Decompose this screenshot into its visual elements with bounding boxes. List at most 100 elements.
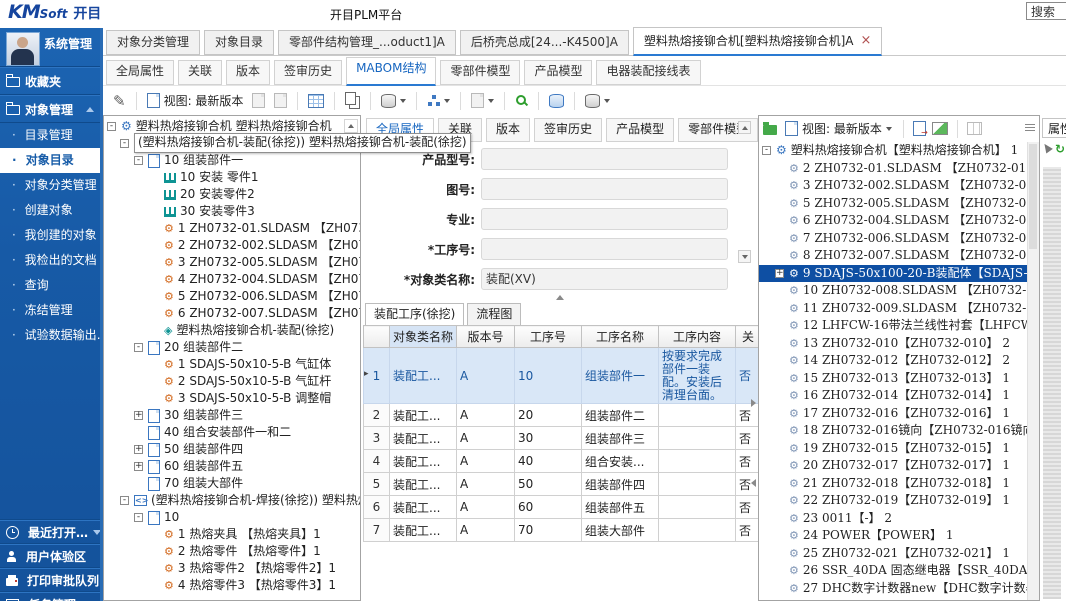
view-tab[interactable]: 产品模型: [524, 60, 592, 85]
sidebar-menu-item[interactable]: 我检出的文档: [0, 248, 100, 273]
scrollbar-thumb[interactable]: [1029, 144, 1037, 249]
process-view-tab[interactable]: 产品模型: [606, 118, 674, 142]
table-row[interactable]: 5 装配工... A 50 组装部件四 否: [364, 473, 761, 496]
process-content-cell[interactable]: [659, 473, 736, 496]
object-class-cell[interactable]: 装配工...: [390, 496, 457, 519]
structure-menu-button[interactable]: [425, 90, 452, 112]
object-class-cell[interactable]: 装配工...: [390, 473, 457, 496]
process-number-cell[interactable]: 50: [515, 473, 582, 496]
tree-expander[interactable]: -: [762, 146, 771, 155]
tree-item[interactable]: 4 ZH0732-004.SLDASM 【ZH0732-004.SLDASM】: [104, 271, 360, 288]
sidebar-menu-item[interactable]: 冻结管理: [0, 298, 100, 323]
process-name-cell[interactable]: 组装部件一: [582, 348, 659, 404]
tree-item[interactable]: 2 热熔零件 【热熔零件】1: [104, 543, 360, 560]
checkin-button-disabled[interactable]: [272, 90, 289, 112]
tree-item[interactable]: 70 组装大部件: [104, 475, 360, 492]
document-menu-button[interactable]: [469, 90, 496, 112]
scroll-up-button[interactable]: [738, 121, 751, 134]
tree-expander[interactable]: -: [120, 496, 129, 505]
view-tab[interactable]: 电器装配接线表: [596, 60, 700, 85]
tree-item[interactable]: 4 热熔零件3 【热熔零件3】1: [104, 577, 360, 594]
tree-item[interactable]: 2 ZH0732-002.SLDASM 【ZH0732-002.SLDASM】: [104, 237, 360, 254]
tree-item[interactable]: 塑料热熔接铆合机-装配(徐挖): [104, 322, 360, 339]
tree-item[interactable]: + 9 SDAJS-50x100-20-B装配体【SDAJS-50x100-20…: [759, 265, 1028, 283]
splitter-handle[interactable]: [363, 293, 756, 302]
tree-item[interactable]: 13 ZH0732-010【ZH0732-010】 2: [759, 335, 1028, 353]
tree-item[interactable]: 16 ZH0732-014【ZH0732-014】 1: [759, 387, 1028, 405]
table-row[interactable]: 6 装配工... A 60 组装部件五 否: [364, 496, 761, 519]
tree-item[interactable]: 27 DHC数字计数器new【DHC数字计数器new】: [759, 580, 1028, 598]
tree-item[interactable]: - (塑料热熔接铆合机-焊接(徐挖)) 塑料热熔接铆合机-焊接(徐挖): [104, 492, 360, 509]
refresh-icon[interactable]: [1055, 142, 1065, 156]
object-class-cell[interactable]: 装配工...: [390, 519, 457, 542]
tree-item[interactable]: 11 ZH0732-009.SLDASM 【ZH0732-009.SLDASM】…: [759, 300, 1028, 318]
key-process-cell[interactable]: 否: [736, 450, 761, 473]
search-input[interactable]: 搜索: [1026, 2, 1066, 20]
tree-item[interactable]: + 50 组装部件四: [104, 441, 360, 458]
form-field-input[interactable]: [481, 178, 728, 200]
row-number-cell[interactable]: 1: [364, 348, 390, 404]
version-cell[interactable]: A: [457, 519, 515, 542]
tree-item[interactable]: 19 ZH0732-015【ZH0732-015】 1: [759, 440, 1028, 458]
process-content-cell[interactable]: [659, 519, 736, 542]
process-name-cell[interactable]: 组装部件三: [582, 427, 659, 450]
tree-item[interactable]: 26 SSR_40DA 固态继电器【SSR_40DA 固态继电器】: [759, 562, 1028, 580]
object-class-cell[interactable]: 装配工...: [390, 427, 457, 450]
tree-item[interactable]: 3 SDAJS-50x10-5-B 调整帽: [104, 390, 360, 407]
column-header[interactable]: 工序名称: [582, 326, 659, 348]
process-number-cell[interactable]: 40: [515, 450, 582, 473]
tree-expander[interactable]: -: [134, 343, 143, 352]
column-header[interactable]: 关: [736, 326, 761, 348]
row-number-cell[interactable]: 4: [364, 450, 390, 473]
process-number-cell[interactable]: 70: [515, 519, 582, 542]
key-process-cell[interactable]: 否: [736, 348, 761, 404]
sidebar-bottom-item[interactable]: 任务管理: [0, 592, 100, 601]
document-tab[interactable]: 塑料热熔接铆合机[塑料热熔接铆合机]A ×: [633, 27, 882, 56]
tree-item[interactable]: - 塑料热熔接铆合机【塑料热熔接铆合机】 1: [759, 142, 1028, 160]
form-scrollbar[interactable]: [738, 121, 751, 263]
document-tab[interactable]: 后桥壳总成[24...-K4500]A ×: [460, 30, 629, 55]
form-field-input[interactable]: [481, 148, 728, 170]
sidebar-menu-item[interactable]: 试验数据输出…: [0, 323, 100, 348]
column-header[interactable]: 工序号: [515, 326, 582, 348]
tree-item[interactable]: 3 热熔零件2 【热熔零件2】1: [104, 560, 360, 577]
tree-item[interactable]: 8 ZH0732-007.SLDASM 【ZH0732-007.SLDASM】 …: [759, 247, 1028, 265]
tree-item[interactable]: - 20 组装部件二: [104, 339, 360, 356]
table-row[interactable]: 4 装配工... A 40 组合安装... 否: [364, 450, 761, 473]
tree-item[interactable]: 5 ZH0732-005.SLDASM 【ZH0732-005.SLDASM】 …: [759, 195, 1028, 213]
tree-item[interactable]: 14 ZH0732-012【ZH0732-012】 2: [759, 352, 1028, 370]
process-name-cell[interactable]: 组装部件二: [582, 404, 659, 427]
sync-folder-icon[interactable]: [763, 125, 777, 135]
tree-expander[interactable]: +: [134, 462, 143, 471]
version-cell[interactable]: A: [457, 404, 515, 427]
document-tab[interactable]: 零部件结构管理_...oduct1]A ×: [278, 30, 456, 55]
view-tab[interactable]: 全局属性: [106, 60, 174, 85]
close-icon[interactable]: ×: [860, 36, 871, 46]
tree-item[interactable]: 2 ZH0732-01.SLDASM 【ZH0732-01.SLDASM】 1: [759, 160, 1028, 178]
expand-pane-arrow[interactable]: [751, 399, 756, 407]
row-number-cell[interactable]: 2: [364, 404, 390, 427]
key-process-cell[interactable]: 否: [736, 404, 761, 427]
sidebar-section-object-management[interactable]: 对象管理: [0, 95, 100, 123]
edit-table-button[interactable]: [306, 90, 326, 112]
document-tab[interactable]: 对象目录 ×: [204, 30, 274, 55]
process-name-cell[interactable]: 组合安装...: [582, 450, 659, 473]
form-field-input[interactable]: [481, 238, 728, 260]
table-row[interactable]: 2 装配工... A 20 组装部件二 否: [364, 404, 761, 427]
scroll-up-button[interactable]: [344, 119, 358, 133]
document-tab[interactable]: 对象分类管理 ×: [106, 30, 200, 55]
tree-item[interactable]: + 60 组装部件五: [104, 458, 360, 475]
key-process-cell[interactable]: 否: [736, 473, 761, 496]
process-table-tab[interactable]: 流程图: [467, 303, 521, 326]
process-name-cell[interactable]: 组装大部件: [582, 519, 659, 542]
collapsed-panel-area[interactable]: [1043, 167, 1061, 599]
chevron-down-icon[interactable]: [93, 530, 100, 535]
right-view-version-button[interactable]: 视图: 最新版本: [783, 118, 894, 140]
tree-item[interactable]: - 10 组装部件一: [104, 152, 360, 169]
process-content-cell[interactable]: [659, 496, 736, 519]
tree-item[interactable]: 30 安装零件3: [104, 203, 360, 220]
key-process-cell[interactable]: 否: [736, 496, 761, 519]
tree-item[interactable]: 18 ZH0732-016镜向【ZH0732-016镜向】 1: [759, 422, 1028, 440]
tree-item[interactable]: 1 SDAJS-50x10-5-B 气缸体: [104, 356, 360, 373]
copy-structure-button[interactable]: [343, 90, 362, 112]
